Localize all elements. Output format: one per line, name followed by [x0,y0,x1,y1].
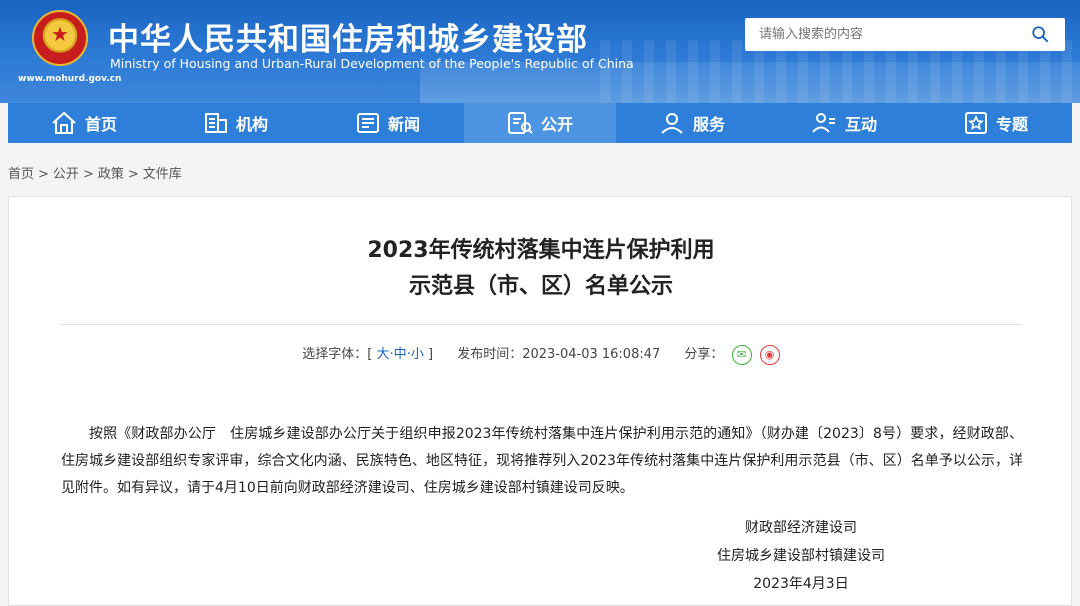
breadcrumb-item-library[interactable]: 文件库 [143,167,182,182]
wechat-icon[interactable]: ✉ [731,344,752,365]
font-size-medium[interactable]: 中 [394,347,407,362]
site-subtitle: Ministry of Housing and Urban-Rural Deve… [110,56,634,71]
nav-item-news[interactable]: 新闻 [312,103,464,143]
breadcrumb-separator: > [127,167,139,182]
publish-label: 发布时间： [457,347,523,362]
breadcrumb-item-disclosure[interactable]: 公开 [53,167,79,182]
search-icon[interactable] [1031,25,1049,43]
article-panel: 2023年传统村落集中连片保护利用 示范县（市、区）名单公示 选择字体：[ 大·… [8,196,1072,606]
news-icon [356,113,379,133]
site-title[interactable]: 中华人民共和国住房和城乡建设部 [108,14,588,59]
national-emblem-icon [32,10,88,66]
nav-label-service: 服务 [692,115,725,134]
signer-finance: 财政部经济建设司 [745,520,857,536]
nav-item-interaction[interactable]: 互动 [768,103,920,143]
interaction-icon [812,113,835,133]
article-title-line1: 2023年传统村落集中连片保护利用 [367,238,715,263]
nav-label-disclosure: 公开 [540,115,573,134]
font-size-selector: 选择字体：[ 大·中·小 ] [302,347,438,362]
breadcrumb-item-home[interactable]: 首页 [8,167,34,182]
share-label: 分享： [684,347,724,362]
weibo-icon[interactable]: ◉ [759,344,780,365]
article-meta: 选择字体：[ 大·中·小 ] 发布时间：2023-04-03 16:08:47 … [9,343,1073,365]
search-input[interactable] [745,18,1025,51]
font-size-small[interactable]: 小 [411,347,424,362]
nav-label-org: 机构 [235,115,268,134]
publish-time: 2023-04-03 16:08:47 [522,347,661,362]
nav-item-service[interactable]: 服务 [616,103,768,143]
sign-date: 2023年4月3日 [753,576,849,592]
title-divider [61,324,1021,325]
search-box [745,18,1065,51]
font-size-label: 选择字体： [302,347,368,362]
building-icon [204,113,227,133]
breadcrumb-separator: > [38,167,49,182]
breadcrumb: 首页 > 公开 > 政策 > 文件库 [8,163,182,182]
nav-label-interaction: 互动 [844,115,877,134]
nav-label-news: 新闻 [387,115,420,134]
nav-item-topic[interactable]: 专题 [920,103,1072,143]
nav-label-topic: 专题 [995,115,1028,134]
site-header: www.mohurd.gov.cn 中华人民共和国住房和城乡建设部 Minist… [0,0,1080,103]
article-title: 2023年传统村落集中连片保护利用 示范县（市、区）名单公示 [9,233,1073,305]
home-icon [52,111,76,134]
font-size-large[interactable]: 大 [377,347,390,362]
breadcrumb-item-policy[interactable]: 政策 [98,167,124,182]
main-nav: 首页 机构 新闻 公开 服务 互动 专题 [8,103,1072,143]
article-body: 按照《财政部办公厅 住房城乡建设部办公厅关于组织申报2023年传统村落集中连片保… [61,426,1023,496]
share-group: 分享： ✉ ◉ [684,344,780,365]
publish-info: 发布时间：2023-04-03 16:08:47 [457,347,664,362]
signer-housing: 住房城乡建设部村镇建设司 [717,548,885,564]
article-title-line2: 示范县（市、区）名单公示 [408,274,673,299]
disclosure-icon [507,112,533,134]
service-icon [661,113,683,134]
nav-item-home[interactable]: 首页 [8,103,160,143]
nav-item-disclosure[interactable]: 公开 [464,103,616,143]
nav-label-home: 首页 [84,115,117,134]
topic-icon [964,112,987,134]
nav-item-org[interactable]: 机构 [160,103,312,143]
breadcrumb-separator: > [82,167,94,182]
site-url: www.mohurd.gov.cn [18,74,122,84]
